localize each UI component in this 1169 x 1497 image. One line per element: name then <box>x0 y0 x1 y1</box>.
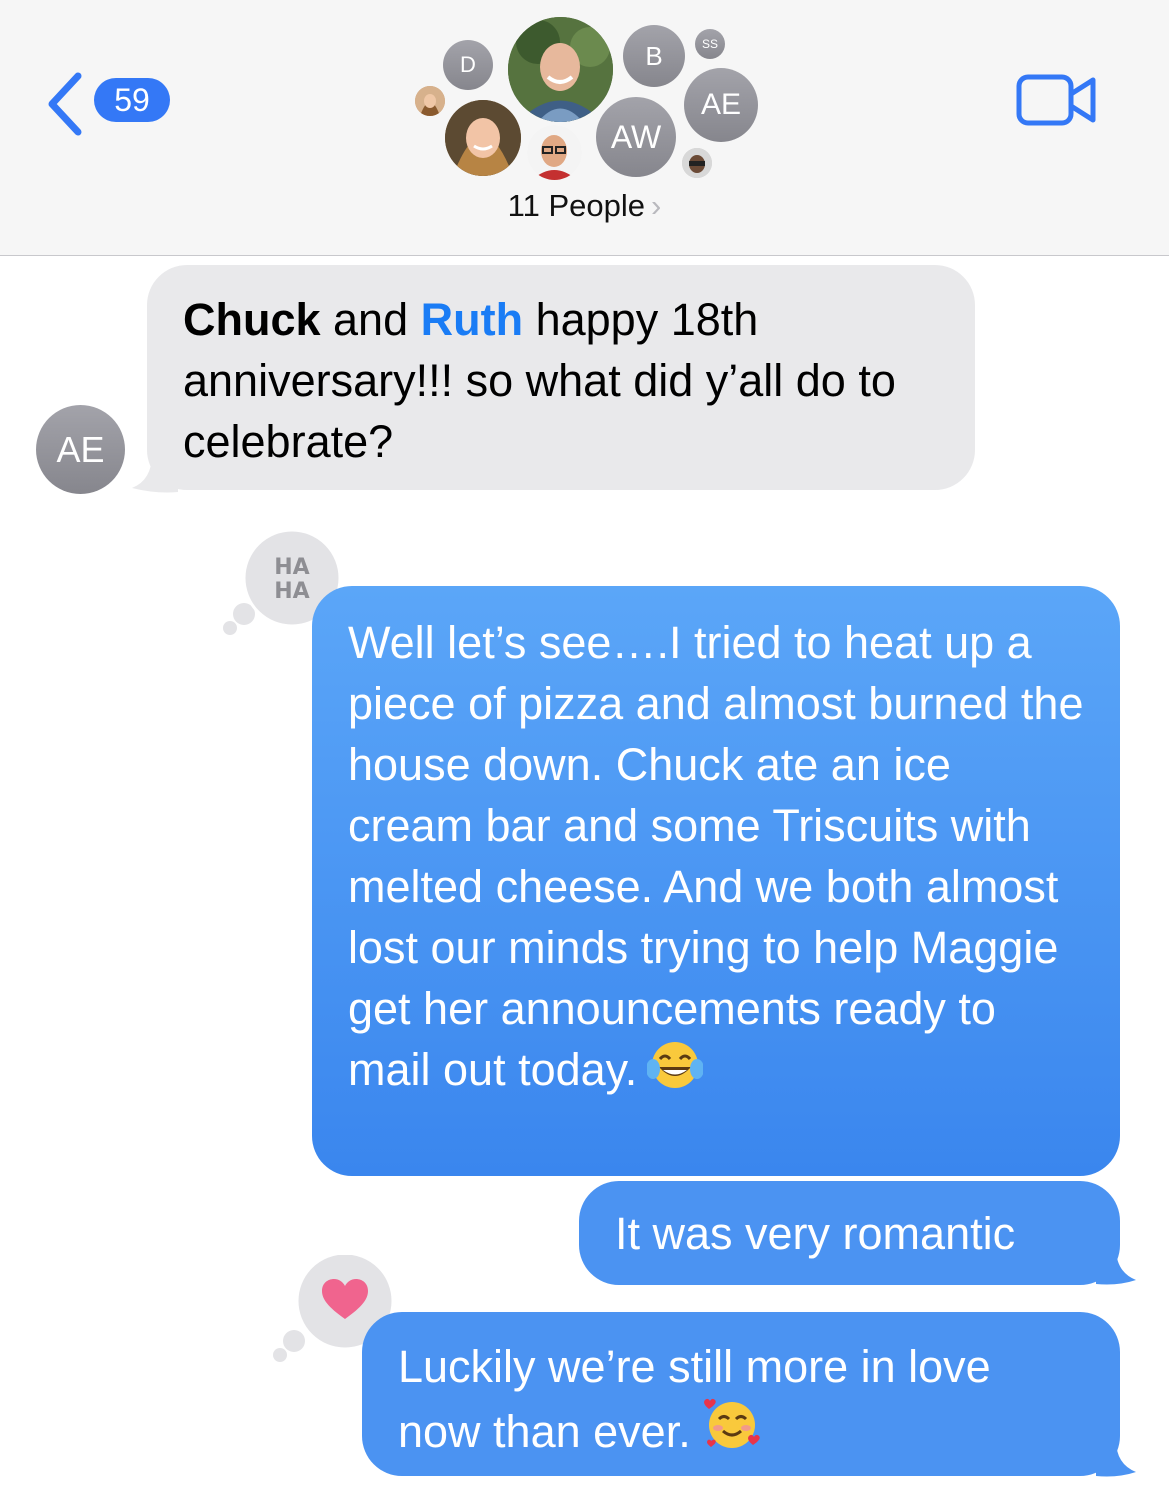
avatar-photo-small <box>682 148 712 178</box>
message-text: Well let’s see….I tried to heat up a pie… <box>348 617 1084 1095</box>
avatar-photo-woman-small <box>415 86 445 116</box>
message-text: It was very romantic <box>615 1208 1016 1259</box>
chevron-right-icon: › <box>651 188 662 223</box>
message-text: Luckily we’re still more in love now tha… <box>398 1341 991 1457</box>
sender-avatar-ae[interactable]: AE <box>36 405 125 494</box>
conversation-header: 59 D B SS AE AW 11 People › <box>0 0 1169 256</box>
avatar-photo-man <box>508 17 613 122</box>
message-bubble-incoming[interactable]: Chuck and Ruth happy 18th anniversary!!!… <box>147 265 975 490</box>
avatar-photo-man-glasses <box>527 125 582 180</box>
avatar-ss: SS <box>695 29 725 59</box>
message-bubble-outgoing[interactable]: Luckily we’re still more in love now tha… <box>362 1312 1120 1476</box>
avatar-aw: AW <box>596 97 676 177</box>
message-bubble-outgoing[interactable]: It was very romantic <box>579 1181 1120 1285</box>
message-bubble-outgoing[interactable]: Well let’s see….I tried to heat up a pie… <box>312 586 1120 1176</box>
mention-chuck[interactable]: Chuck <box>183 294 321 345</box>
chevron-left-icon <box>48 72 82 136</box>
svg-text:HA: HA <box>274 579 309 604</box>
people-count-label: 11 People <box>507 188 645 223</box>
video-call-button[interactable] <box>1016 72 1098 133</box>
outgoing-bubble-tail <box>1096 1248 1136 1285</box>
message-text: and <box>320 294 421 345</box>
tears-of-joy-emoji <box>646 1039 705 1106</box>
video-camera-icon <box>1016 74 1096 126</box>
unread-count-badge: 59 <box>94 78 170 122</box>
smiling-face-with-hearts-emoji <box>701 1397 763 1468</box>
outgoing-bubble-tail <box>1096 1440 1136 1477</box>
avatar-d: D <box>443 40 493 90</box>
mention-ruth[interactable]: Ruth <box>421 294 523 345</box>
svg-text:HA: HA <box>274 555 309 580</box>
avatar-b: B <box>623 25 685 87</box>
group-people-link[interactable]: 11 People › <box>0 188 1169 224</box>
avatar-photo-woman <box>445 100 521 176</box>
back-button[interactable]: 59 <box>44 68 174 138</box>
avatar-ae: AE <box>684 68 758 142</box>
